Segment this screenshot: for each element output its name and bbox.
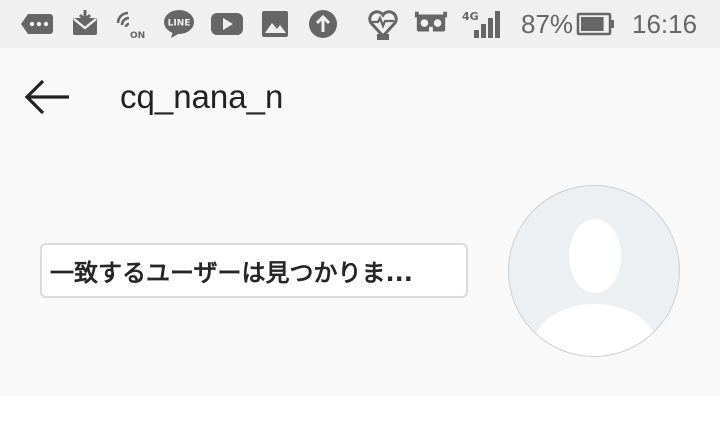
default-avatar-icon	[509, 186, 679, 356]
no-results-message: 一致するユーザーは見つかりま...	[40, 243, 468, 298]
nfc-on-icon: ON	[114, 8, 148, 40]
arrow-left-icon	[24, 79, 69, 115]
network-type: 4G	[462, 10, 479, 23]
mail-icon	[68, 8, 102, 40]
battery-icon	[576, 8, 616, 40]
cellular-signal-icon: 4G	[462, 8, 502, 40]
youtube-icon	[210, 8, 244, 40]
screen: ON LINE 4G 87% 16:16 cq_nana_n 一致するユーザーは…	[0, 0, 720, 439]
nfc-label: ON	[130, 31, 145, 39]
page-title: cq_nana_n	[120, 78, 284, 115]
health-heart-icon	[366, 8, 400, 40]
line-app-icon: LINE	[162, 8, 196, 40]
status-bar: ON LINE 4G 87% 16:16	[0, 0, 720, 48]
bottom-blank-area	[0, 396, 720, 439]
battery-percent: 87%	[521, 9, 574, 39]
clock: 16:16	[632, 9, 698, 39]
vr-icon	[414, 8, 448, 40]
no-results-text: 一致するユーザーは見つかりま...	[50, 259, 413, 287]
avatar[interactable]	[508, 185, 680, 357]
gallery-icon	[258, 8, 292, 40]
upload-icon	[306, 8, 340, 40]
back-button[interactable]	[14, 72, 80, 122]
line-label: LINE	[168, 19, 191, 29]
app-content: cq_nana_n 一致するユーザーは見つかりま...	[0, 48, 720, 396]
more-notifications-icon	[20, 8, 54, 40]
